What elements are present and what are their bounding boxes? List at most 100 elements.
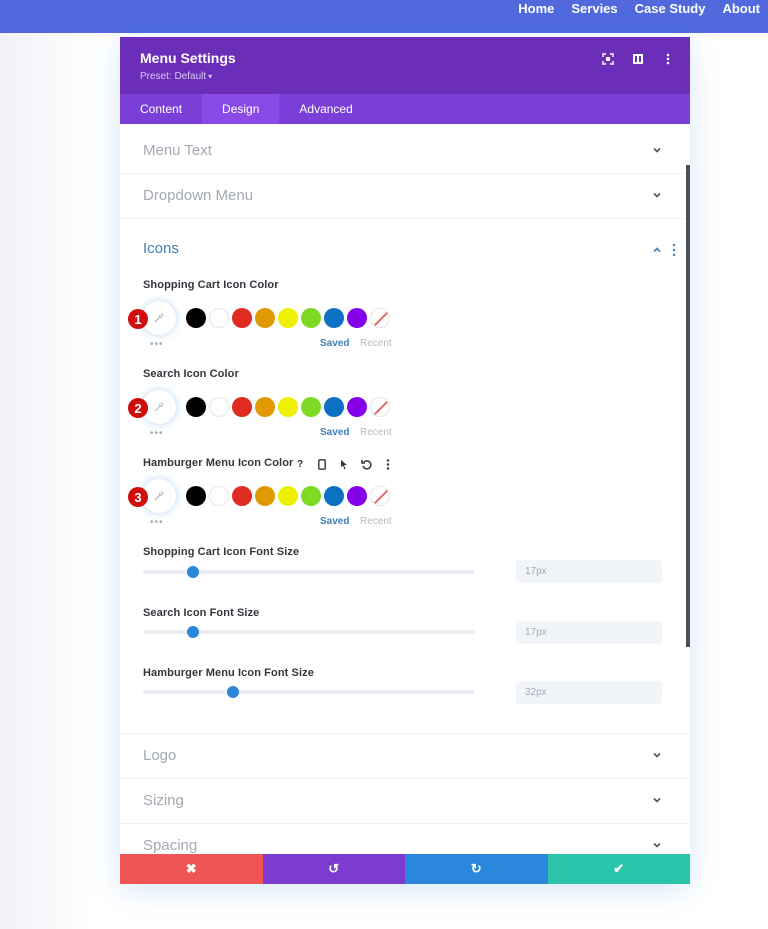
more-vertical-icon[interactable] (660, 51, 676, 67)
group-spacing[interactable]: Spacing (120, 824, 690, 854)
help-icon[interactable]: ? (292, 456, 308, 472)
swatch-yellow[interactable] (278, 486, 298, 506)
scrollbar[interactable] (686, 165, 690, 647)
chevron-up-icon[interactable] (652, 245, 662, 255)
nav-link-services[interactable]: Servies (571, 1, 617, 16)
search-icon-font-size-input[interactable]: 17px (516, 621, 662, 644)
split-view-icon[interactable] (630, 51, 646, 67)
eyedropper-icon (154, 313, 164, 323)
redo-icon: ↻ (470, 861, 482, 876)
swatch-orange[interactable] (255, 308, 275, 328)
swatch-orange[interactable] (255, 397, 275, 417)
save-button[interactable]: ✔ (547, 854, 690, 884)
nav-link-home[interactable]: Home (518, 1, 554, 16)
step-badge: 3 (128, 487, 148, 507)
caret-down-icon: ▾ (208, 72, 213, 81)
swatch-none[interactable] (370, 397, 390, 417)
more-colors-icon[interactable]: ••• (150, 428, 164, 439)
search-icon-font-size-label: Search Icon Font Size (143, 607, 260, 619)
mobile-icon[interactable] (314, 456, 330, 472)
modal-title: Menu Settings (140, 50, 236, 66)
swatch-white[interactable] (209, 397, 229, 417)
swatch-yellow[interactable] (278, 308, 298, 328)
swatch-red[interactable] (232, 486, 252, 506)
preset-selector[interactable]: Preset: Default ▾ (140, 71, 212, 82)
swatch-white[interactable] (209, 308, 229, 328)
site-top-nav: Home Servies Case Study About (0, 0, 768, 33)
cancel-button[interactable]: ✖ (120, 854, 263, 884)
recent-palette-tab[interactable]: Recent (360, 516, 392, 527)
swatch-purple[interactable] (347, 397, 367, 417)
modal-footer: ✖ ↺ ↻ ✔ (120, 854, 690, 884)
redo-button[interactable]: ↻ (405, 854, 548, 884)
swatch-red[interactable] (232, 308, 252, 328)
slider-handle[interactable] (186, 566, 199, 578)
more-vertical-icon[interactable] (380, 456, 396, 472)
group-sizing[interactable]: Sizing (120, 779, 690, 824)
chevron-down-icon (653, 192, 661, 198)
undo-button[interactable]: ↺ (262, 854, 405, 884)
cursor-icon[interactable] (336, 456, 352, 472)
swatch-black[interactable] (186, 308, 206, 328)
nav-link-about[interactable]: About (722, 1, 760, 16)
saved-palette-tab[interactable]: Saved (320, 516, 349, 527)
focus-icon[interactable] (600, 51, 616, 67)
swatch-purple[interactable] (347, 486, 367, 506)
shopping-cart-icon-color-picker: 1 ••• Saved Recent (120, 301, 520, 361)
more-colors-icon[interactable]: ••• (150, 517, 164, 528)
nav-link-case-study[interactable]: Case Study (635, 1, 706, 16)
swatch-orange[interactable] (255, 486, 275, 506)
swatch-blue[interactable] (324, 397, 344, 417)
hamburger-menu-icon-color-picker: 3 ••• Saved Recent (120, 479, 520, 539)
saved-palette-tab[interactable]: Saved (320, 427, 349, 438)
group-menu-text[interactable]: Menu Text (120, 129, 690, 174)
shopping-cart-icon-font-size-slider[interactable] (143, 566, 475, 578)
eyedropper-icon (154, 402, 164, 412)
swatch-green[interactable] (301, 486, 321, 506)
tab-design[interactable]: Design (202, 94, 280, 124)
group-icons-title[interactable]: Icons (143, 240, 179, 257)
slider-handle[interactable] (186, 626, 199, 638)
swatch-purple[interactable] (347, 308, 367, 328)
swatch-yellow[interactable] (278, 397, 298, 417)
modal-header: Menu Settings Preset: Default ▾ (120, 37, 690, 94)
swatch-black[interactable] (186, 486, 206, 506)
more-colors-icon[interactable]: ••• (150, 339, 164, 350)
chevron-down-icon (653, 752, 661, 758)
slider-handle[interactable] (226, 686, 239, 698)
group-dropdown-menu[interactable]: Dropdown Menu (120, 174, 690, 219)
chevron-down-icon (653, 797, 661, 803)
swatch-none[interactable] (370, 486, 390, 506)
site-nav-links: Home Servies Case Study About (518, 0, 760, 17)
recent-palette-tab[interactable]: Recent (360, 338, 392, 349)
swatch-red[interactable] (232, 397, 252, 417)
recent-palette-tab[interactable]: Recent (360, 427, 392, 438)
swatch-green[interactable] (301, 308, 321, 328)
swatch-black[interactable] (186, 397, 206, 417)
step-badge: 2 (128, 398, 148, 418)
search-icon-font-size-slider[interactable] (143, 626, 475, 638)
hamburger-menu-icon-color-label: Hamburger Menu Icon Color (143, 457, 294, 469)
tab-advanced[interactable]: Advanced (279, 94, 372, 124)
search-icon-color-picker: 2 ••• Saved Recent (120, 390, 520, 450)
hamburger-menu-icon-font-size-input[interactable]: 32px (516, 681, 662, 704)
color-swatches (186, 486, 390, 506)
shopping-cart-icon-font-size-label: Shopping Cart Icon Font Size (143, 546, 300, 558)
chevron-down-icon (653, 147, 661, 153)
shopping-cart-icon-font-size-input[interactable]: 17px (516, 560, 662, 583)
swatch-white[interactable] (209, 486, 229, 506)
modal-tabs: Content Design Advanced (120, 94, 690, 124)
group-logo[interactable]: Logo (120, 734, 690, 779)
group-icons: Icons Shopping Cart Icon Color 1 ••• Sav… (120, 219, 690, 734)
swatch-blue[interactable] (324, 308, 344, 328)
tab-content[interactable]: Content (120, 94, 202, 124)
eyedropper-icon (154, 491, 164, 501)
more-vertical-icon[interactable] (672, 243, 676, 257)
swatch-green[interactable] (301, 397, 321, 417)
hamburger-menu-icon-font-size-slider[interactable] (143, 686, 475, 698)
reset-icon[interactable] (358, 456, 374, 472)
saved-palette-tab[interactable]: Saved (320, 338, 349, 349)
hamburger-menu-icon-font-size-label: Hamburger Menu Icon Font Size (143, 667, 314, 679)
swatch-blue[interactable] (324, 486, 344, 506)
swatch-none[interactable] (370, 308, 390, 328)
